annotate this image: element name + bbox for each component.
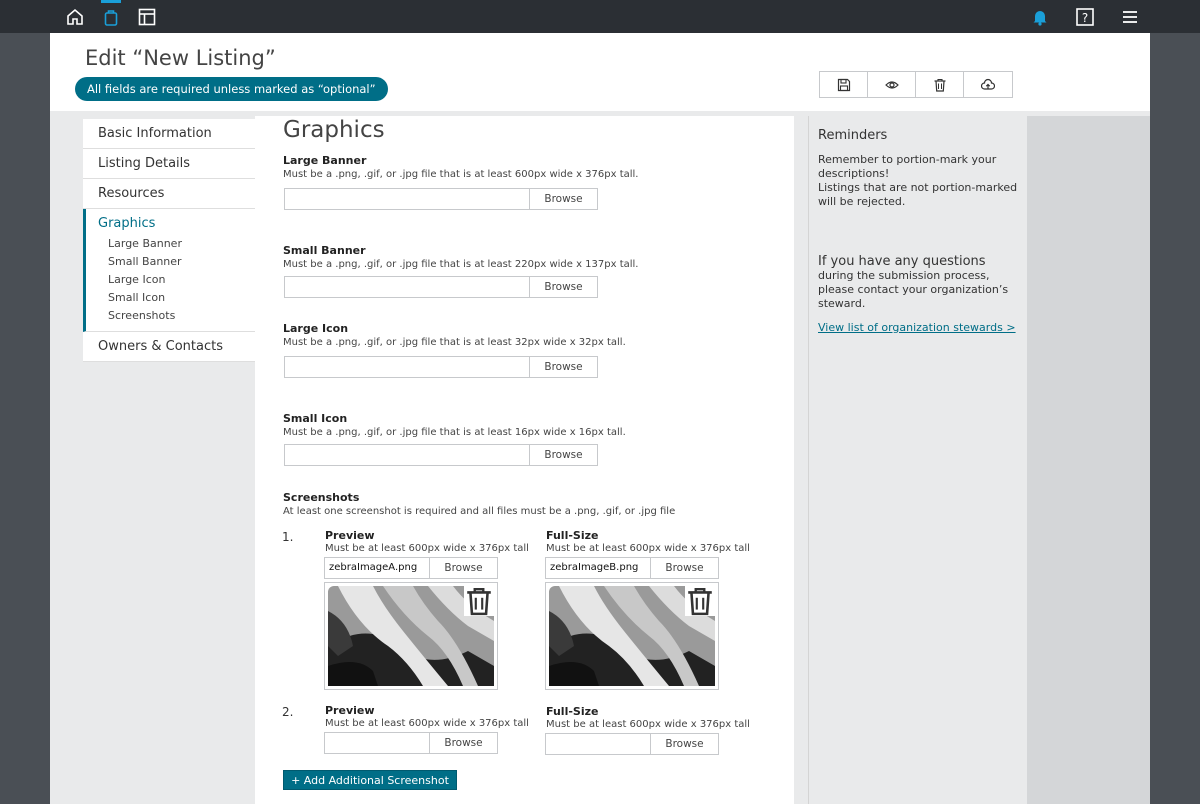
delete-thumbnail-button[interactable] [685, 586, 715, 616]
browse-button[interactable]: Browse [529, 189, 597, 209]
nav-group-graphics: Graphics Large Banner Small Banner Large… [83, 209, 255, 332]
file-name: zebraImageB.png [550, 562, 639, 573]
save-button[interactable] [820, 72, 868, 97]
screenshots-field: Screenshots At least one screenshot is r… [283, 491, 675, 517]
field-label: Small Icon [283, 412, 348, 425]
help-icon[interactable]: ? [1075, 7, 1095, 27]
preview-label: Preview [325, 704, 375, 717]
file-name [285, 189, 529, 209]
field-hint: Must be a .png, .gif, or .jpg file that … [283, 427, 626, 438]
field-label: Screenshots [283, 491, 360, 504]
file-name [546, 734, 650, 754]
reminders-title: Reminders [818, 128, 888, 143]
upload-button[interactable] [964, 72, 1012, 97]
file-name [285, 357, 529, 377]
trash-icon [467, 588, 491, 616]
small-banner-file-input[interactable]: Browse [284, 276, 598, 298]
trash-icon [934, 78, 945, 92]
field-hint: At least one screenshot is required and … [283, 506, 676, 517]
nav-item-basic-information[interactable]: Basic Information [83, 119, 255, 149]
action-toolbar [819, 71, 1013, 98]
screenshot-number: 1. [282, 530, 294, 544]
browse-button[interactable]: Browse [529, 357, 597, 377]
nav-sub-small-banner[interactable]: Small Banner [86, 253, 255, 271]
full-size-label: Full-Size [546, 705, 599, 718]
page-header: Edit “New Listing” All fields are requir… [50, 33, 1150, 111]
file-name [285, 445, 529, 465]
add-screenshot-button[interactable]: + Add Additional Screenshot [283, 770, 457, 790]
large-banner-field: Large Banner Must be a .png, .gif, or .j… [283, 154, 639, 180]
nav-sub-large-icon[interactable]: Large Icon [86, 271, 255, 289]
large-icon-file-input[interactable]: Browse [284, 356, 598, 378]
small-icon-field: Small Icon Must be a .png, .gif, or .jpg… [283, 412, 626, 438]
full-size-hint: Must be at least 600px wide x 376px tall [546, 543, 750, 554]
preview-hint: Must be at least 600px wide x 376px tall [325, 543, 529, 554]
preview-file-input[interactable]: Browse [324, 732, 498, 754]
menu-icon[interactable] [1120, 7, 1140, 27]
file-name [325, 733, 429, 753]
preview-hint: Must be at least 600px wide x 376px tall [325, 718, 529, 729]
stewards-link[interactable]: View list of organization stewards > [818, 321, 1016, 334]
file-name: zebraImageA.png [329, 562, 418, 573]
reminders-panel: Reminders Remember to portion-mark your … [808, 116, 1027, 804]
browse-button[interactable]: Browse [529, 277, 597, 297]
cloud-upload-icon [981, 78, 995, 90]
reminder-text: Remember to portion-mark your descriptio… [818, 153, 997, 180]
eye-icon [884, 80, 899, 89]
layout-icon[interactable] [137, 7, 157, 27]
required-note-badge: All fields are required unless marked as… [75, 77, 388, 101]
field-hint: Must be a .png, .gif, or .jpg file that … [283, 337, 626, 348]
preview-label: Preview [325, 529, 375, 542]
nav-item-listing-details[interactable]: Listing Details [83, 149, 255, 179]
save-icon [837, 78, 850, 91]
small-icon-file-input[interactable]: Browse [284, 444, 598, 466]
browse-button[interactable]: Browse [650, 734, 718, 754]
right-gutter [1027, 116, 1150, 804]
field-label: Small Banner [283, 244, 366, 257]
reminder-text: Listings that are not portion-marked wil… [818, 181, 1018, 208]
field-hint: Must be a .png, .gif, or .jpg file that … [283, 169, 639, 180]
svg-text:?: ? [1082, 11, 1088, 25]
nav-item-graphics[interactable]: Graphics [86, 213, 255, 235]
field-hint: Must be a .png, .gif, or .jpg file that … [283, 259, 639, 270]
graphics-form: Graphics Large Banner Must be a .png, .g… [255, 116, 794, 804]
page-title: Edit “New Listing” [85, 46, 276, 70]
nav-item-resources[interactable]: Resources [83, 179, 255, 209]
nav-sub-large-banner[interactable]: Large Banner [86, 235, 255, 253]
nav-sub-small-icon[interactable]: Small Icon [86, 289, 255, 307]
nav-item-owners-contacts[interactable]: Owners & Contacts [83, 332, 255, 362]
nav-sub-screenshots[interactable]: Screenshots [86, 307, 255, 325]
screenshot-number: 2. [282, 705, 294, 719]
delete-thumbnail-button[interactable] [464, 586, 494, 616]
questions-title: If you have any questions [818, 254, 986, 269]
field-label: Large Icon [283, 322, 349, 335]
large-icon-field: Large Icon Must be a .png, .gif, or .jpg… [283, 322, 626, 348]
top-bar: ? [0, 0, 1200, 33]
browse-button[interactable]: Browse [429, 733, 497, 753]
section-title: Graphics [283, 117, 385, 143]
page: Edit “New Listing” All fields are requir… [50, 33, 1150, 804]
file-name [285, 277, 529, 297]
delete-button[interactable] [916, 72, 964, 97]
small-banner-field: Small Banner Must be a .png, .gif, or .j… [283, 244, 639, 270]
section-nav: Basic Information Listing Details Resour… [83, 119, 255, 362]
full-size-file-input[interactable]: Browse [545, 733, 719, 755]
trash-icon [688, 588, 712, 616]
active-tab-indicator [101, 0, 121, 3]
field-label: Large Banner [283, 154, 367, 167]
questions-text: during the submission process, please co… [818, 269, 1009, 310]
preview-thumbnail [324, 582, 498, 690]
large-banner-file-input[interactable]: Browse [284, 188, 598, 210]
full-size-label: Full-Size [546, 529, 599, 542]
browse-button[interactable]: Browse [529, 445, 597, 465]
home-icon[interactable] [65, 7, 85, 27]
full-size-hint: Must be at least 600px wide x 376px tall [546, 719, 750, 730]
bag-icon[interactable] [101, 7, 121, 27]
full-size-thumbnail [545, 582, 719, 690]
bell-icon[interactable] [1030, 7, 1050, 27]
preview-button[interactable] [868, 72, 916, 97]
